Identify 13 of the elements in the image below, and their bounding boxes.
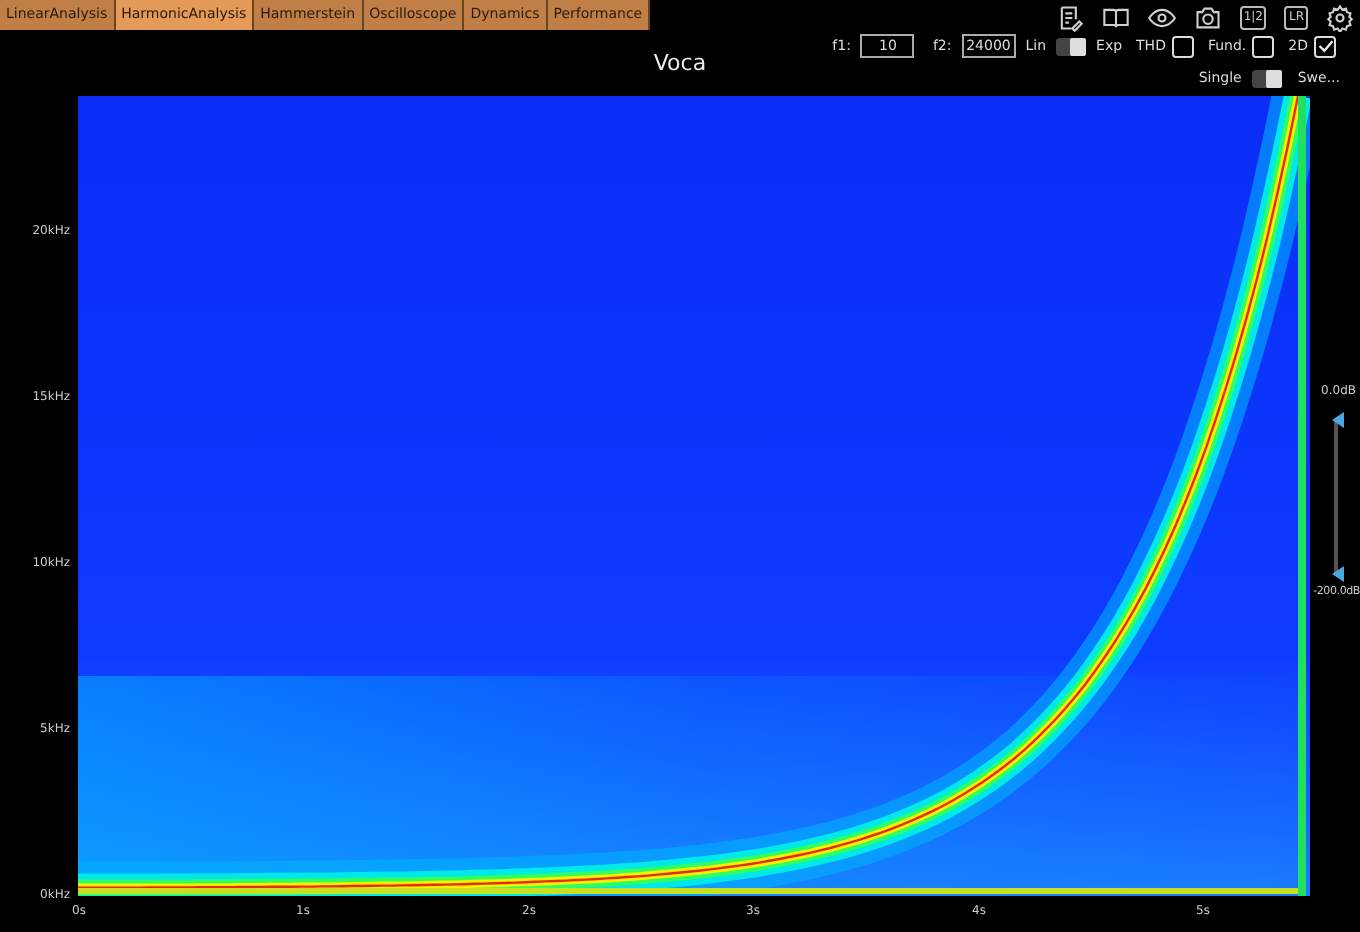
checkbox[interactable] xyxy=(1252,35,1275,57)
camera-icon[interactable] xyxy=(1193,4,1222,32)
checkbox[interactable] xyxy=(1171,35,1194,57)
toggle-switch[interactable] xyxy=(1056,37,1087,55)
eye-icon[interactable] xyxy=(1147,4,1176,32)
toggle-switch[interactable] xyxy=(1251,69,1282,88)
notes-icon[interactable] xyxy=(1055,4,1084,32)
chart-title: Voca xyxy=(651,48,709,80)
check-icon xyxy=(1317,38,1333,54)
slider-handle[interactable] xyxy=(1332,412,1344,428)
book-icon[interactable] xyxy=(1101,4,1130,32)
checkbox[interactable] xyxy=(1314,35,1336,57)
settings-icon[interactable] xyxy=(1326,4,1354,32)
